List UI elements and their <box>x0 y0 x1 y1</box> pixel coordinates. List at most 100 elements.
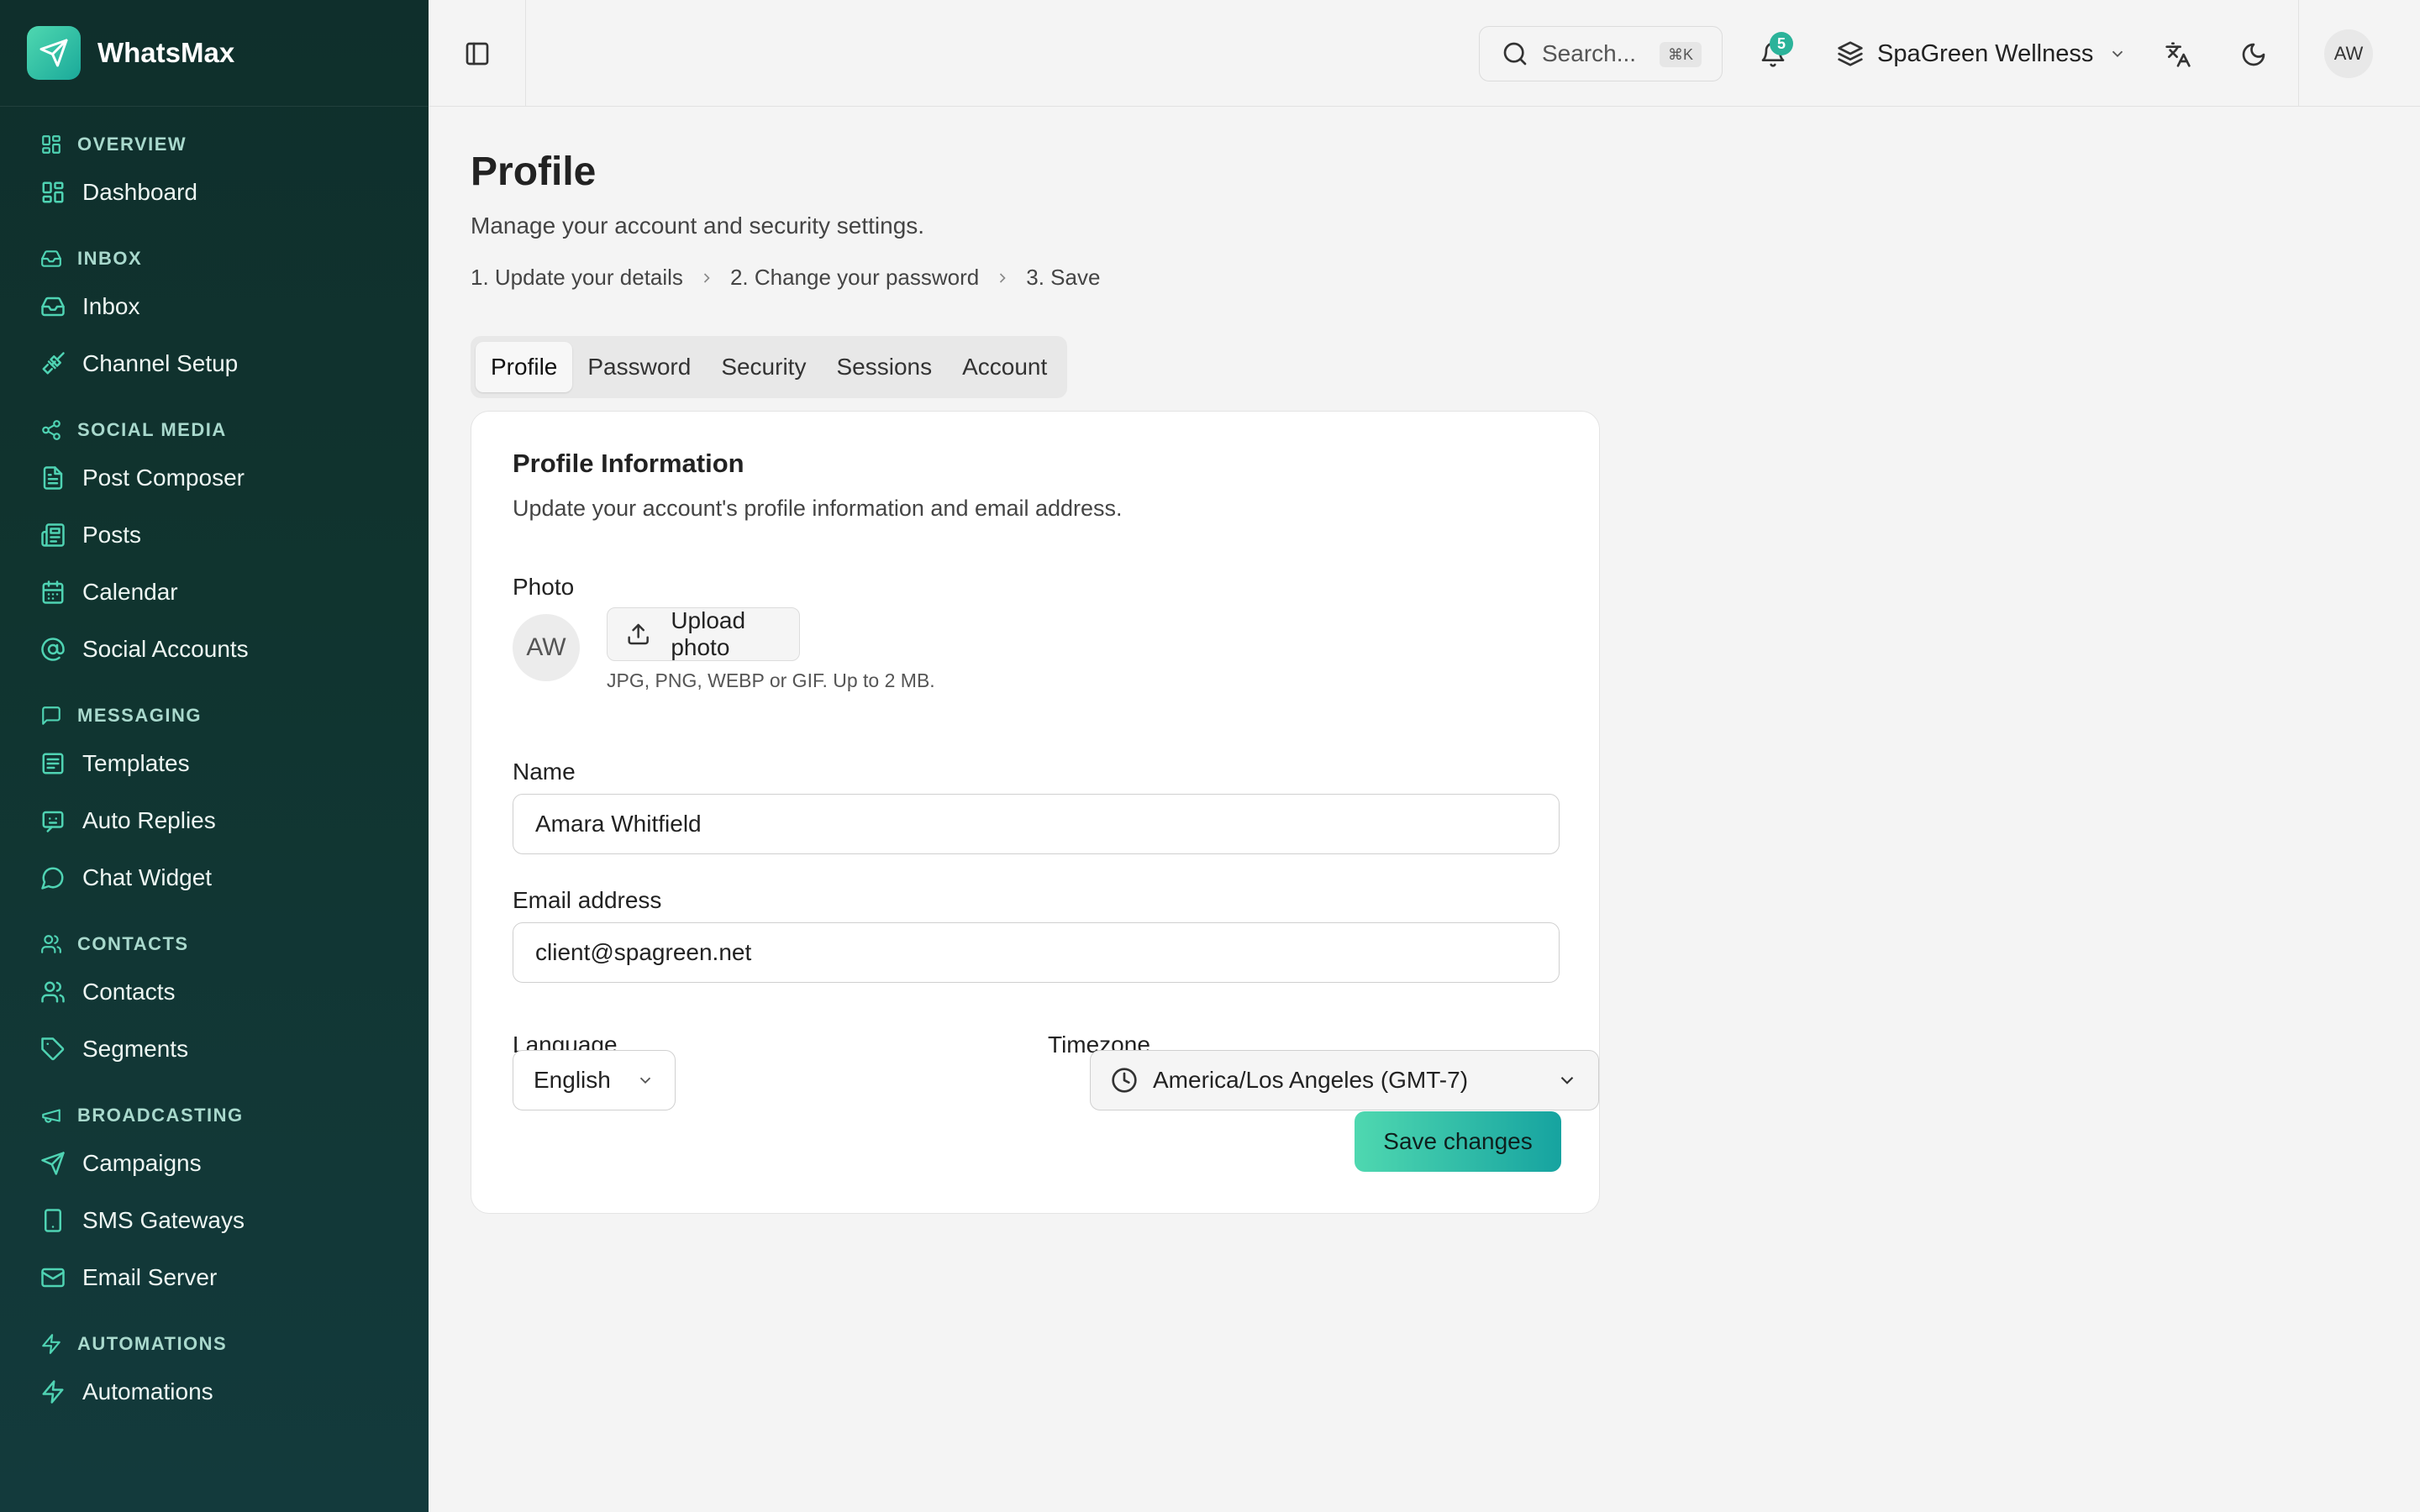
sidebar-item-social-accounts[interactable]: Social Accounts <box>0 621 429 678</box>
save-changes-button[interactable]: Save changes <box>1355 1111 1561 1172</box>
calendar-icon <box>40 580 66 605</box>
nav-heading-label: BROADCASTING <box>77 1105 244 1126</box>
email-input[interactable] <box>513 922 1560 983</box>
upload-icon <box>628 623 649 645</box>
tab-profile[interactable]: Profile <box>476 342 573 392</box>
nav-heading: INBOX <box>0 239 429 278</box>
sidebar-item-label: Channel Setup <box>82 350 239 376</box>
tag-icon <box>40 1037 66 1062</box>
search-placeholder: Search... <box>1542 40 1637 66</box>
language-button[interactable] <box>2154 32 2202 77</box>
chevron-right-icon <box>703 272 710 283</box>
nav-group-social-media: SOCIAL MEDIA Post Composer Posts Calenda… <box>0 411 429 678</box>
sidebar-item-templates[interactable]: Templates <box>0 735 429 792</box>
sidebar-item-label: Calendar <box>82 579 178 605</box>
sidebar-item-chat-widget[interactable]: Chat Widget <box>0 849 429 906</box>
notification-count-badge: 5 <box>1770 32 1793 55</box>
sidebar-item-label: Templates <box>82 750 190 776</box>
nav-heading-label: OVERVIEW <box>77 134 187 155</box>
nav-heading: AUTOMATIONS <box>0 1325 429 1363</box>
upload-photo-label: Upload photo <box>671 607 746 660</box>
newspaper-icon <box>40 522 66 548</box>
workspace-switcher[interactable]: SpaGreen Wellness <box>1823 26 2140 81</box>
moon-icon <box>2242 43 2265 66</box>
upload-hint: JPG, PNG, WEBP or GIF. Up to 2 MB. <box>607 669 935 691</box>
search-button[interactable]: Search... ⌘K <box>1479 26 1723 81</box>
nav-heading: BROADCASTING <box>0 1096 429 1135</box>
sidebar-item-inbox[interactable]: Inbox <box>0 278 429 335</box>
page-title: Profile <box>471 150 597 194</box>
at-sign-icon <box>40 637 66 662</box>
upload-photo-button[interactable]: Upload photo <box>607 607 800 661</box>
step-2: 2. Change your password <box>729 265 980 290</box>
tab-password[interactable]: Password <box>572 342 706 392</box>
nav-group-overview: OVERVIEW Dashboard <box>0 125 429 221</box>
file-text-icon <box>40 465 66 491</box>
user-avatar[interactable]: AW <box>2324 29 2373 78</box>
sidebar-item-email-server[interactable]: Email Server <box>0 1249 429 1306</box>
avatar: AW <box>513 614 580 681</box>
workspace-name: SpaGreen Wellness <box>1877 39 2094 67</box>
theme-toggle-button[interactable] <box>2230 32 2277 77</box>
sidebar-item-dashboard[interactable]: Dashboard <box>0 164 429 221</box>
sidebar-item-label: Segments <box>82 1036 189 1062</box>
inbox-icon <box>40 248 62 270</box>
zap-icon <box>40 1379 66 1404</box>
tab-sessions[interactable]: Sessions <box>821 342 947 392</box>
step-3: 3. Save <box>1026 265 1101 290</box>
tab-security[interactable]: Security <box>706 342 821 392</box>
nav-heading-label: INBOX <box>77 248 143 269</box>
template-icon <box>40 751 66 776</box>
nav-heading: SOCIAL MEDIA <box>0 411 429 449</box>
sidebar-item-label: Campaigns <box>82 1150 202 1176</box>
profile-information-card: Profile Information Update your account'… <box>471 411 1600 1214</box>
users-icon <box>40 933 62 955</box>
sidebar-item-label: Social Accounts <box>82 636 249 662</box>
sidebar-item-segments[interactable]: Segments <box>0 1021 429 1078</box>
chevron-down-icon <box>1560 1076 1574 1084</box>
sidebar-item-campaigns[interactable]: Campaigns <box>0 1135 429 1192</box>
inbox-icon <box>40 294 66 319</box>
sidebar-item-label: Auto Replies <box>82 807 216 833</box>
nav-heading: MESSAGING <box>0 696 429 735</box>
sidebar-item-sms-gateways[interactable]: SMS Gateways <box>0 1192 429 1249</box>
name-input[interactable] <box>513 794 1560 854</box>
megaphone-icon <box>40 1105 62 1126</box>
sidebar-item-post-composer[interactable]: Post Composer <box>0 449 429 507</box>
tab-account[interactable]: Account <box>947 342 1062 392</box>
grid-icon <box>40 180 66 205</box>
sidebar: WhatsMax OVERVIEW Dashboard INBOX Inbox <box>0 0 429 1512</box>
sidebar-item-label: Email Server <box>82 1264 218 1290</box>
card-description: Update your account's profile informatio… <box>513 496 1123 521</box>
sidebar-item-posts[interactable]: Posts <box>0 507 429 564</box>
layers-icon <box>1838 41 1863 66</box>
grid-icon <box>40 134 62 155</box>
language-select[interactable]: English <box>513 1050 676 1110</box>
photo-label: Photo <box>513 574 575 600</box>
timezone-select[interactable]: America/Los Angeles (GMT-7) <box>1090 1050 1599 1110</box>
brand[interactable]: WhatsMax <box>0 0 429 107</box>
nav-group-messaging: MESSAGING Templates Auto Replies Chat Wi… <box>0 696 429 906</box>
email-label: Email address <box>513 887 662 913</box>
sidebar-toggle-button[interactable] <box>429 0 526 107</box>
topbar-divider <box>2298 0 2299 107</box>
nav-heading: OVERVIEW <box>0 125 429 164</box>
sidebar-item-auto-replies[interactable]: Auto Replies <box>0 792 429 849</box>
sidebar-item-contacts[interactable]: Contacts <box>0 963 429 1021</box>
sidebar-item-label: Contacts <box>82 979 176 1005</box>
message-square-icon <box>40 705 62 727</box>
nav-group-broadcasting: BROADCASTING Campaigns SMS Gateways Emai… <box>0 1096 429 1306</box>
chevron-down-icon <box>639 1077 651 1084</box>
smartphone-icon <box>40 1208 66 1233</box>
sidebar-item-automations[interactable]: Automations <box>0 1363 429 1420</box>
sidebar-item-channel-setup[interactable]: Channel Setup <box>0 335 429 392</box>
notifications-button[interactable]: 5 <box>1748 32 1798 77</box>
sidebar-item-label: SMS Gateways <box>82 1207 245 1233</box>
sidebar-item-label: Chat Widget <box>82 864 213 890</box>
sidebar-item-calendar[interactable]: Calendar <box>0 564 429 621</box>
language-value: English <box>534 1067 611 1093</box>
sidebar-item-label: Post Composer <box>82 465 245 491</box>
nav-heading: CONTACTS <box>0 925 429 963</box>
search-icon <box>1503 42 1527 66</box>
step-1: 1. Update your details <box>471 265 683 290</box>
